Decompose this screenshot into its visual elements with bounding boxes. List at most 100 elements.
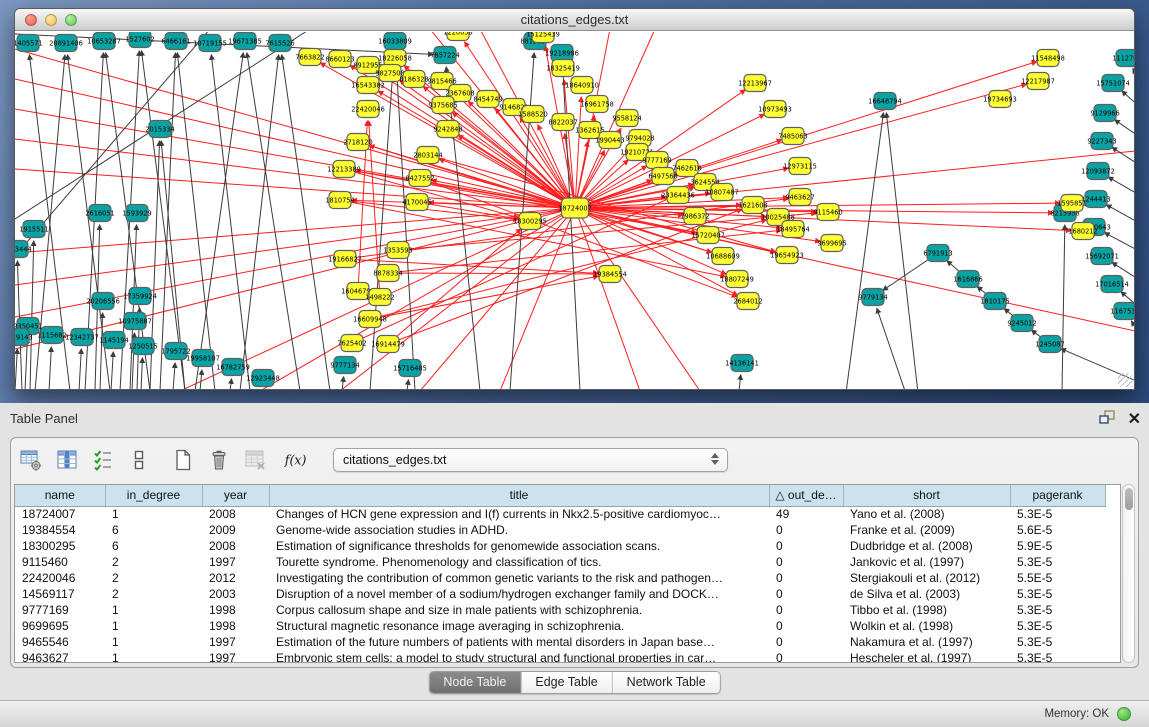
network-node[interactable]: 19734693 xyxy=(983,91,1017,108)
network-node[interactable]: 9777134 xyxy=(330,357,359,374)
table-cell[interactable]: Wolkin et al. (1998) xyxy=(843,618,1010,634)
table-cell[interactable]: 1998 xyxy=(202,618,269,634)
network-node[interactable]: 12342737 xyxy=(65,329,99,346)
network-edge[interactable] xyxy=(1062,225,1065,390)
table-row[interactable]: 1872400712008Changes of HCN gene express… xyxy=(15,506,1105,522)
delete-table-icon[interactable] xyxy=(241,447,268,474)
table-cell[interactable]: 19384554 xyxy=(15,522,105,538)
network-node[interactable]: 19654923 xyxy=(770,247,804,264)
network-node[interactable]: 9699695 xyxy=(817,235,846,252)
scrollbar-thumb[interactable] xyxy=(1125,488,1133,510)
table-cell[interactable]: Changes of HCN gene expression and I(f) … xyxy=(269,506,769,522)
table-cell[interactable]: 14569117 xyxy=(15,586,105,602)
table-cell[interactable]: 1 xyxy=(105,618,202,634)
table-row[interactable]: 2242004622012Investigating the contribut… xyxy=(15,570,1105,586)
table-cell[interactable]: Dudbridge et al. (2008) xyxy=(843,538,1010,554)
table-cell[interactable]: Tibbo et al. (1998) xyxy=(843,602,1010,618)
table-cell[interactable]: Franke et al. (2009) xyxy=(843,522,1010,538)
table-cell[interactable]: 6 xyxy=(105,538,202,554)
network-node[interactable]: 2684012 xyxy=(733,293,762,310)
network-node[interactable]: 7625402 xyxy=(337,335,366,352)
network-edge[interactable] xyxy=(195,53,243,390)
network-edge[interactable] xyxy=(282,55,330,390)
network-node[interactable]: 9463627 xyxy=(785,189,814,206)
table-cell[interactable]: Disruption of a novel member of a sodium… xyxy=(269,586,769,602)
network-edge[interactable] xyxy=(575,208,640,390)
network-node[interactable]: 8454749 xyxy=(473,91,502,108)
network-node[interactable]: 9227343 xyxy=(1087,133,1116,150)
network-node[interactable]: 4170045 xyxy=(402,194,431,211)
table-cell[interactable]: 2003 xyxy=(202,586,269,602)
network-node[interactable]: 12213389 xyxy=(327,161,361,178)
network-node[interactable]: 1915511 xyxy=(19,221,48,238)
network-node[interactable]: 14136141 xyxy=(725,355,759,372)
table-cell[interactable]: 5.3E-5 xyxy=(1010,650,1105,663)
table-cell[interactable]: 0 xyxy=(769,634,843,650)
network-edge[interactable] xyxy=(846,113,883,390)
table-cell[interactable]: Hescheler et al. (1997) xyxy=(843,650,1010,663)
network-node[interactable]: 1250515 xyxy=(128,338,157,355)
table-row[interactable]: 1456911722003Disruption of a novel membe… xyxy=(15,586,1105,602)
network-node[interactable]: 1527602 xyxy=(125,32,154,48)
network-node[interactable]: 1220058 xyxy=(443,32,472,41)
network-edge[interactable] xyxy=(111,352,113,390)
network-node[interactable]: 15716485 xyxy=(393,360,427,377)
network-node[interactable]: 10688609 xyxy=(706,248,740,265)
column-header[interactable]: title xyxy=(269,485,769,506)
table-cell[interactable]: 1997 xyxy=(202,634,269,650)
table-cell[interactable]: 9777169 xyxy=(15,602,105,618)
table-cell[interactable]: 18300295 xyxy=(15,538,105,554)
network-edge[interactable] xyxy=(877,308,905,390)
network-node[interactable]: 6791913 xyxy=(923,245,952,262)
network-edge[interactable] xyxy=(420,208,575,390)
table-cell[interactable]: 5.3E-5 xyxy=(1010,618,1105,634)
network-node[interactable]: 12923448 xyxy=(246,370,280,387)
network-edge[interactable] xyxy=(407,380,408,390)
network-node[interactable]: 1245087 xyxy=(1035,336,1064,353)
network-node[interactable]: 1588520 xyxy=(518,106,547,123)
network-node[interactable]: 8660123 xyxy=(325,51,354,68)
table-row[interactable]: 977716911998Corpus callosum shape and si… xyxy=(15,602,1105,618)
table-row[interactable]: 1830029562008Estimation of significance … xyxy=(15,538,1105,554)
network-node[interactable]: 1810754 xyxy=(325,192,354,209)
table-cell[interactable]: 0 xyxy=(769,554,843,570)
window-resize-grip[interactable] xyxy=(1118,373,1132,387)
network-node[interactable]: 2015334 xyxy=(145,121,174,138)
network-node[interactable]: 8186328 xyxy=(399,71,428,88)
network-node[interactable]: 12217987 xyxy=(1021,73,1055,90)
network-node[interactable]: 9115460 xyxy=(813,204,842,221)
network-edge[interactable] xyxy=(177,53,215,390)
table-cell[interactable]: 1997 xyxy=(202,554,269,570)
network-node[interactable]: 1990443 xyxy=(595,132,624,149)
table-cell[interactable]: 0 xyxy=(769,618,843,634)
network-edge[interactable] xyxy=(388,273,598,274)
network-node[interactable]: 1115682 xyxy=(37,327,66,344)
table-cell[interactable]: 0 xyxy=(769,602,843,618)
column-header[interactable]: short xyxy=(843,485,1010,506)
network-edge[interactable] xyxy=(15,208,575,349)
network-edge[interactable] xyxy=(141,358,142,390)
table-cell[interactable]: 9465546 xyxy=(15,634,105,650)
table-cell[interactable]: 1 xyxy=(105,634,202,650)
table-row[interactable]: 946362711997Embryonic stem cells: a mode… xyxy=(15,650,1105,663)
table-cell[interactable]: Yano et al. (2008) xyxy=(843,506,1010,522)
network-node[interactable]: 15692071 xyxy=(1085,248,1119,265)
network-node[interactable]: 9245012 xyxy=(1007,315,1036,332)
network-edge[interactable] xyxy=(1131,321,1134,336)
network-node[interactable]: 1595851 xyxy=(1057,195,1086,212)
table-cell[interactable]: 0 xyxy=(769,522,843,538)
trash-icon[interactable] xyxy=(205,447,232,474)
network-node[interactable]: 1498222 xyxy=(365,289,394,306)
show-columns-icon[interactable] xyxy=(53,447,80,474)
network-node[interactable]: 19958107 xyxy=(186,350,220,367)
table-cell[interactable]: 0 xyxy=(769,538,843,554)
network-edge[interactable] xyxy=(1112,147,1134,166)
table-cell[interactable]: 0 xyxy=(769,586,843,602)
table-mode-icon[interactable] xyxy=(17,447,44,474)
column-header[interactable]: name xyxy=(15,485,105,506)
network-edge[interactable] xyxy=(739,375,741,390)
network-node[interactable]: 16033809 xyxy=(378,33,412,50)
network-node[interactable]: 12093872 xyxy=(1081,163,1115,180)
network-node[interactable]: 10719155 xyxy=(193,35,227,52)
memory-status-icon[interactable] xyxy=(1117,707,1131,721)
